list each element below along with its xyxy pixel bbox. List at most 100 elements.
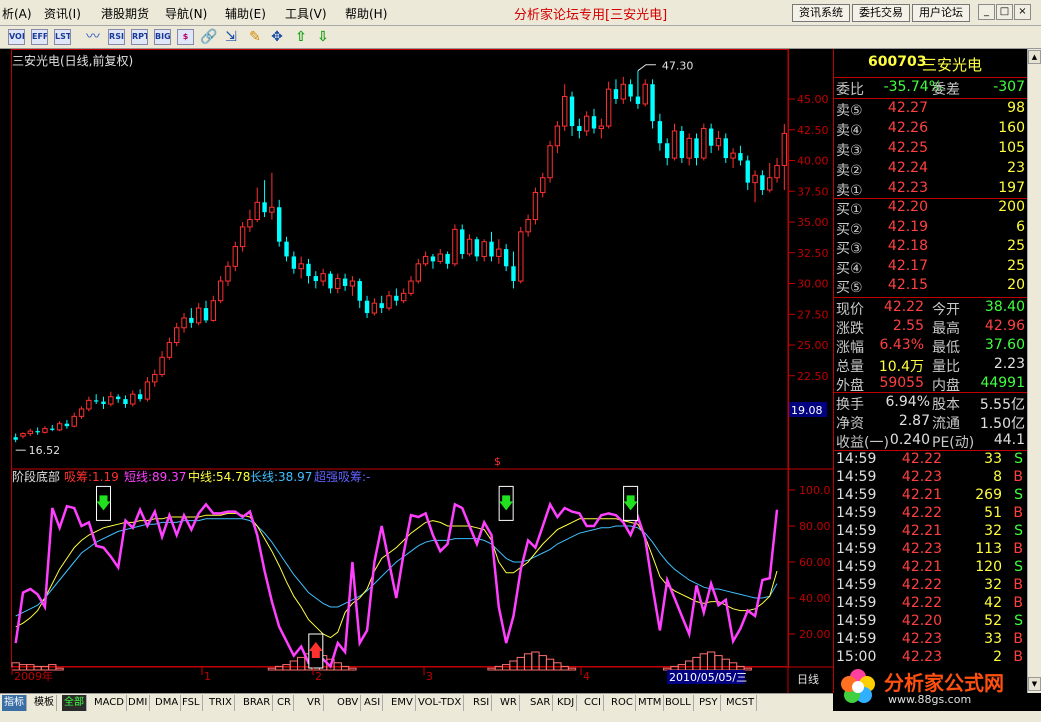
tab-trix[interactable]: TRIX [207, 695, 235, 711]
tab-item[interactable]: 指标 [2, 695, 27, 711]
kline-chart[interactable]: 45.00 42.50 40.00 37.50 35.00 32.50 30.00 27.50… [0, 49, 833, 693]
osc-tick-label: 40.00 [799, 592, 831, 605]
report-tool-button[interactable]: RPT [131, 29, 148, 45]
trade-time: 14:59 [836, 613, 877, 629]
forum-button[interactable]: 用户论坛 [912, 4, 970, 22]
export-icon[interactable]: ⇲ [222, 28, 240, 46]
menu-help[interactable]: 帮助(H) [345, 5, 387, 22]
candle-body [181, 317, 187, 329]
date-tick-label: 2009年 [14, 669, 53, 683]
dollar-tool-button[interactable]: $ [177, 29, 194, 45]
link-icon[interactable]: 🔗 [200, 28, 218, 46]
candle [466, 234, 473, 257]
trade-button[interactable]: 委托交易 [852, 4, 910, 22]
trade-price: 42.20 [901, 613, 942, 629]
candle [291, 251, 297, 274]
candle [386, 290, 392, 311]
stat-value: 10.4万 [878, 359, 924, 375]
tab-asi[interactable]: ASI [362, 695, 384, 711]
candle [335, 273, 341, 294]
volume-tool-button[interactable]: VOL [8, 29, 25, 45]
menu-tools[interactable]: 工具(V) [285, 5, 327, 22]
maximize-icon[interactable]: □ [996, 4, 1013, 20]
tab-cr[interactable]: CR [275, 695, 294, 711]
arrow-up-icon[interactable]: ⇧ [292, 28, 310, 46]
candle [262, 180, 267, 218]
tab-emv[interactable]: EMV [389, 695, 416, 711]
candle [394, 288, 399, 306]
eff-tool-button[interactable]: EFF [31, 29, 48, 45]
candle-body [518, 231, 524, 282]
candle [679, 126, 685, 163]
candle [144, 376, 151, 402]
tab-boll[interactable]: BOLL [663, 695, 694, 711]
dividend-marker: $ [494, 455, 501, 468]
move-icon[interactable]: ✥ [268, 28, 286, 46]
tab-brar[interactable]: BRAR [241, 695, 274, 711]
tab-fsl[interactable]: FSL [180, 695, 203, 711]
menu-hk-futures[interactable]: 港股期货 [101, 5, 149, 22]
arrow-down-icon[interactable]: ⇩ [314, 28, 332, 46]
bid-row-label: 买② [836, 221, 863, 238]
candle [364, 295, 370, 318]
trade-time: 15:00 [836, 649, 877, 665]
weibi-row-label2: 委差 [932, 82, 960, 98]
tab-mcst[interactable]: MCST [724, 695, 758, 711]
candle-body [247, 219, 253, 228]
line-chart-icon[interactable]: 〰 [84, 28, 102, 46]
tab-voltdx[interactable]: VOL-TDX [416, 695, 465, 711]
tab-item[interactable]: 模板 [32, 695, 57, 711]
candle [628, 79, 633, 102]
rsi-tool-button[interactable]: RSI [108, 29, 125, 45]
fund-value: 6.94% [885, 394, 930, 410]
candle-body [511, 266, 516, 282]
candle [137, 389, 143, 402]
tab-macd[interactable]: MACD [92, 695, 127, 711]
fund-label: 净资 [836, 416, 864, 432]
tab-roc[interactable]: ROC [609, 695, 636, 711]
big-tool-button[interactable]: BIG [154, 29, 171, 45]
ask-row-label: 卖③ [836, 143, 863, 159]
price-tick-label: 32.50 [797, 247, 829, 260]
candle [174, 322, 180, 347]
menu-analysis[interactable]: 析(A) [2, 5, 32, 22]
minimize-icon[interactable]: _ [978, 4, 995, 20]
pencil-icon[interactable]: ✎ [246, 28, 264, 46]
tab-kdj[interactable]: KDJ [555, 695, 578, 711]
scroll-up-icon[interactable]: ▲ [1028, 50, 1041, 64]
tab-psy[interactable]: PSY [697, 695, 721, 711]
price-tick-label: 30.00 [797, 278, 829, 291]
tab-dma[interactable]: DMA [153, 695, 182, 711]
menu-info[interactable]: 资讯(I) [44, 5, 81, 22]
tab-dmi[interactable]: DMI [126, 695, 151, 711]
tab-cci[interactable]: CCI [582, 695, 604, 711]
candle-body [598, 125, 605, 130]
candle-body [174, 327, 180, 344]
indicator-xishou: 吸筹:1.19 [64, 470, 119, 484]
divider [834, 98, 1028, 99]
candle [42, 426, 48, 434]
trade-price: 42.23 [901, 541, 942, 557]
candle [247, 209, 253, 232]
high-price-label: 47.30 [662, 60, 694, 73]
tab-wr[interactable]: WR [498, 695, 520, 711]
candle-body [781, 132, 788, 166]
tab-sar[interactable]: SAR [528, 695, 554, 711]
candle [35, 427, 40, 435]
ask-row-value2: 23 [1007, 160, 1025, 176]
candle [181, 313, 187, 333]
tab-mtm[interactable]: MTM [636, 695, 665, 711]
info-system-button[interactable]: 资讯系统 [792, 4, 850, 22]
close-icon[interactable]: × [1014, 4, 1031, 20]
tab-rsi[interactable]: RSI [471, 695, 493, 711]
tab-obv[interactable]: OBV [335, 695, 362, 711]
candle-body [239, 226, 246, 248]
tab-item[interactable]: 全部 [62, 695, 87, 711]
fund-label2: PE(动) [932, 435, 975, 451]
chart-area[interactable]: 45.00 42.50 40.00 37.50 35.00 32.50 30.00 27.50… [0, 49, 833, 693]
menu-navigate[interactable]: 导航(N) [165, 5, 207, 22]
menu-assist[interactable]: 辅助(E) [225, 5, 266, 22]
list-tool-button[interactable]: LST [54, 29, 71, 45]
tab-vr[interactable]: VR [305, 695, 324, 711]
scrollbar[interactable]: ▲ ▼ [1027, 49, 1041, 693]
